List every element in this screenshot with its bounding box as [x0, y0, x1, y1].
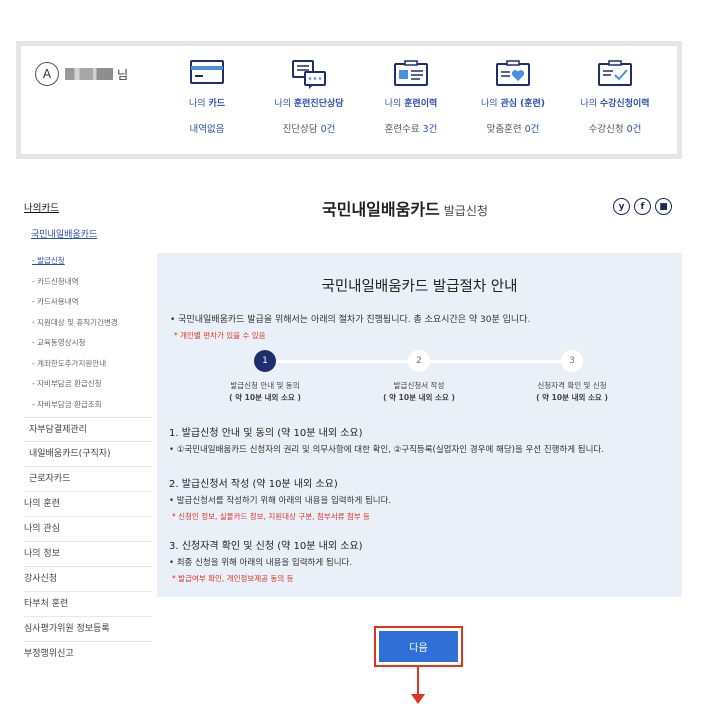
- sidebar-item[interactable]: 강사신청: [24, 567, 152, 592]
- facebook-icon[interactable]: f: [634, 198, 651, 215]
- procedure-section-2: 2. 발급신청서 작성 (약 10분 내외 소요) • 발급신청서를 작성하기 …: [169, 479, 392, 521]
- sidebar-item[interactable]: 자부담결제관리: [24, 417, 152, 442]
- summary-value: 맞춤훈련 0건: [486, 124, 540, 135]
- summary-training-consult[interactable]: 나의 훈련진단상담 진단상담 0건: [263, 60, 355, 135]
- sidebar-subitem[interactable]: - 교육동영상시청: [32, 333, 152, 354]
- sidebar-item-national-card[interactable]: 국민내일배움카드: [24, 222, 152, 248]
- sidebar-item[interactable]: 나의 훈련: [24, 492, 152, 517]
- summary-training-history[interactable]: 나의 훈련이력 훈련수료 3건: [365, 60, 457, 135]
- next-button[interactable]: 다음: [379, 631, 458, 662]
- sidebar-item[interactable]: 타부처 훈련: [24, 592, 152, 617]
- page-title: 국민내일배움카드 발급신청: [322, 200, 488, 219]
- summary-value: 수강신청 0건: [588, 124, 642, 135]
- sidebar-item[interactable]: 심사평가위원 정보등록: [24, 617, 152, 642]
- sidebar-item[interactable]: 나의 관심: [24, 517, 152, 542]
- step-number: 1: [254, 350, 276, 372]
- sidebar-item[interactable]: 내일배움카드(구직자): [24, 442, 152, 467]
- summary-my-card[interactable]: 나의 카드 내역없음: [161, 60, 253, 135]
- consult-chat-icon: [292, 60, 326, 89]
- print-icon[interactable]: ■: [655, 198, 672, 215]
- procedure-description: • 국민내일배움카드 발급을 위해서는 아래의 절차가 진행됩니다. 총 소요시…: [170, 315, 531, 325]
- summary-interest-training[interactable]: 나의 관심 (훈련) 맞춤훈련 0건: [467, 60, 559, 135]
- procedure-panel: 국민내일배움카드 발급절차 안내 • 국민내일배움카드 발급을 위해서는 아래의…: [157, 253, 682, 597]
- sidebar-subitem[interactable]: - 계좌한도추가지원안내: [32, 354, 152, 375]
- sidebar-item[interactable]: 근로자카드: [24, 467, 152, 492]
- arrow-down-icon: [411, 694, 425, 704]
- sidebar-nav: 나의카드 국민내일배움카드 - 발급신청 - 카드신청내역 - 카드사용내역 -…: [24, 196, 152, 667]
- step-number: 2: [408, 350, 430, 372]
- pointer-arrow-line: [417, 667, 419, 695]
- sidebar-item-my-card[interactable]: 나의카드: [24, 196, 152, 222]
- history-list-icon: [394, 60, 428, 86]
- user-avatar-icon: A: [35, 62, 59, 86]
- sidebar-subitem[interactable]: - 자비부담금 환급신청: [32, 374, 152, 395]
- user-name-masked: [65, 68, 113, 80]
- user-info: A 님: [35, 62, 128, 86]
- summary-value: 내역없음: [189, 124, 225, 135]
- share-buttons: y f ■: [613, 198, 672, 215]
- sidebar-item[interactable]: 부정행위신고: [24, 642, 152, 667]
- check-folder-icon: [598, 60, 632, 86]
- user-name-suffix: 님: [117, 67, 129, 82]
- procedure-section-3: 3. 신청자격 확인 및 신청 (약 10분 내외 소요) • 최종 신청을 위…: [169, 541, 363, 583]
- next-button-highlight: 다음: [374, 626, 463, 667]
- heart-folder-icon: [496, 60, 530, 86]
- sidebar-subitem[interactable]: - 지원대상 및 휴직기간변경: [32, 313, 152, 334]
- sidebar-item[interactable]: 나의 정보: [24, 542, 152, 567]
- procedure-section-1: 1. 발급신청 안내 및 동의 (약 10분 내외 소요) • ①국민내일배움카…: [169, 428, 604, 455]
- step-number: 3: [561, 350, 583, 372]
- card-icon: [190, 60, 224, 84]
- step-1: 1 발급신청 안내 및 동의( 약 10분 내외 소요 ): [200, 350, 330, 404]
- twitter-icon[interactable]: y: [613, 198, 630, 215]
- summary-enroll-history[interactable]: 나의 수강신청이력 수강신청 0건: [569, 60, 661, 135]
- sidebar-subitem[interactable]: - 카드사용내역: [32, 292, 152, 313]
- sidebar-subitem[interactable]: - 자비부담금 환급조회: [32, 395, 152, 416]
- summary-value: 진단상담 0건: [282, 124, 336, 135]
- summary-value: 훈련수료 3건: [384, 124, 438, 135]
- procedure-note: * 개인별 편차가 있을 수 있음: [174, 331, 266, 340]
- step-3: 3 신청자격 확인 및 신청( 약 10분 내외 소요 ): [507, 350, 637, 404]
- summary-panel: A 님 나의 카드 내역없음 나의 훈련진단상담 진단상담 0건 나의 훈련이력…: [16, 41, 682, 159]
- sidebar-subitem[interactable]: - 카드신청내역: [32, 272, 152, 293]
- step-2: 2 발급신청서 작성( 약 10분 내외 소요 ): [354, 350, 484, 404]
- sidebar-subitem[interactable]: - 발급신청: [32, 251, 152, 272]
- sidebar-sub-list: - 발급신청 - 카드신청내역 - 카드사용내역 - 지원대상 및 휴직기간변경…: [24, 251, 152, 415]
- procedure-title: 국민내일배움카드 발급절차 안내: [321, 279, 518, 295]
